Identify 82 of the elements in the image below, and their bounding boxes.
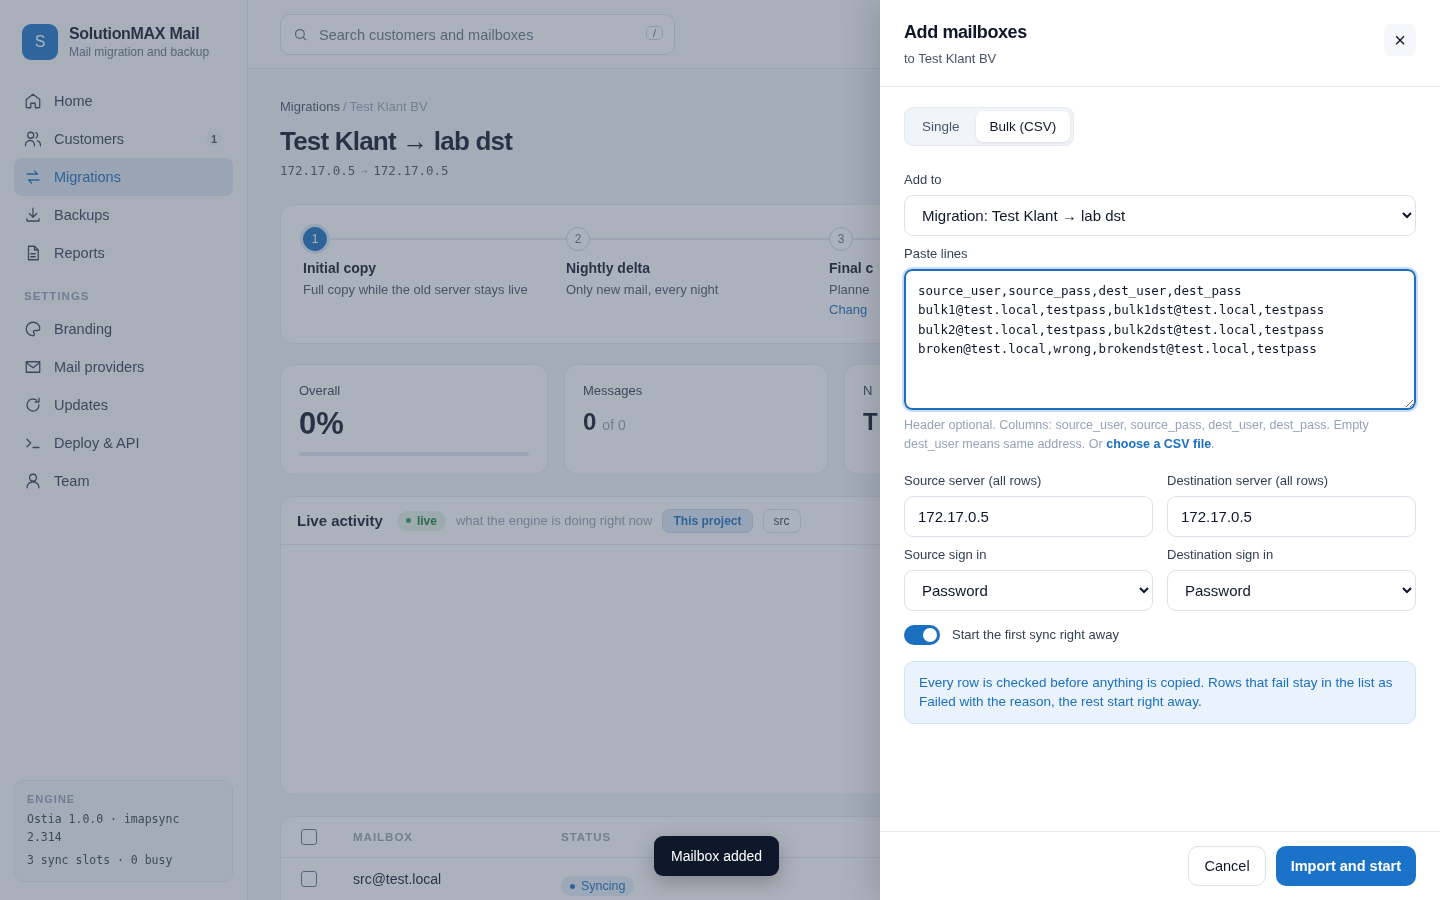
search-icon xyxy=(293,27,308,42)
nav-item[interactable]: Deploy & API xyxy=(14,424,233,462)
arrow-glyph: → xyxy=(361,165,368,176)
nav-item[interactable]: Updates xyxy=(14,386,233,424)
field-label: Add to xyxy=(904,172,943,187)
filter-chip[interactable]: src xyxy=(762,508,801,533)
row-checkbox[interactable] xyxy=(301,871,317,887)
toast-message: Mailbox added xyxy=(654,836,780,876)
nav-item[interactable]: Migrations xyxy=(14,158,233,196)
page-title: Test Klant → lab dst xyxy=(280,126,512,157)
stat-total: of 0 xyxy=(602,417,626,433)
source-address: 172.17.0.5 xyxy=(280,163,356,178)
close-button[interactable]: × xyxy=(1384,24,1416,56)
nav-icon xyxy=(24,358,42,376)
stat-value: T xyxy=(863,408,878,436)
select-all-checkbox[interactable] xyxy=(301,829,317,845)
step-number: 1 xyxy=(303,227,327,251)
table-cell-text: src@test.local xyxy=(353,871,443,887)
breadcrumb-link[interactable]: Migrations xyxy=(280,99,340,114)
panel-subtitle: what the engine is doing right now xyxy=(455,513,653,528)
help-text: Header optional. Columns: source_user, source_pass, dest_user, dest_pass. Empty dest_user means same address. Or choose a CSV file. xyxy=(904,417,1370,454)
nav-icon xyxy=(24,206,42,224)
field-label: Source sign in xyxy=(904,546,988,562)
source-server-field[interactable]: 172.17.0.5 xyxy=(904,495,1153,537)
field-label: Destination sign in xyxy=(1167,546,1275,562)
live-badge: live xyxy=(396,510,446,531)
cancel-button[interactable]: Cancel xyxy=(1188,846,1266,886)
mode-tab[interactable]: Single xyxy=(908,111,974,142)
step-number: 2 xyxy=(566,227,590,251)
nav-icon xyxy=(24,130,42,148)
column-header: MAILBOX xyxy=(353,831,415,843)
step-description: Only new mail, every night xyxy=(566,282,720,297)
nav-icon xyxy=(24,168,42,186)
nav-item[interactable]: Reports xyxy=(14,234,233,272)
column-header: STATUS xyxy=(561,831,613,843)
panel-title: Live activity xyxy=(297,512,383,529)
nav-icon xyxy=(24,320,42,338)
logo-icon: S xyxy=(22,24,58,60)
step-title: Nightly delta xyxy=(566,260,651,276)
toggle-label: Start the first sync right away xyxy=(952,627,1119,643)
app-name: SolutionMAX Mail xyxy=(69,25,201,43)
migration-select[interactable]: Migration: Test Klant → lab dst xyxy=(904,195,1416,236)
nav-item[interactable]: Customers 1 xyxy=(14,120,233,158)
engine-version: Ostia 1.0.0 · imapsync 2.314 xyxy=(27,811,181,846)
destination-server-field[interactable]: 172.17.0.5 xyxy=(1167,495,1416,537)
nav-item[interactable]: Home xyxy=(14,82,233,120)
app-tagline: Mail migration and backup xyxy=(69,45,210,59)
field-label: Paste lines xyxy=(904,246,969,261)
stat-label: N xyxy=(863,383,874,398)
step-description: Full copy while the old server stays live xyxy=(303,282,529,297)
source-signin-select[interactable]: Password xyxy=(904,569,1153,611)
engine-slots: 3 sync slots · 0 busy xyxy=(27,851,220,869)
mode-tab[interactable]: Bulk (CSV) xyxy=(975,111,1071,142)
status-badge: Syncing xyxy=(561,876,635,896)
nav-item[interactable]: Mail providers xyxy=(14,348,233,386)
filter-chip[interactable]: This project xyxy=(662,508,753,533)
drawer-subtitle: to Test Klant BV xyxy=(904,51,998,66)
stat-value: 0 xyxy=(583,408,597,436)
step-title: Initial copy xyxy=(303,260,378,276)
nav-icon xyxy=(24,92,42,110)
nav-icon xyxy=(24,396,42,414)
stat-label: Messages xyxy=(583,383,644,398)
breadcrumb-separator: / xyxy=(342,99,347,114)
nav-item[interactable]: Team xyxy=(14,462,233,500)
field-label: Source server (all rows) xyxy=(904,472,1043,488)
csv-input-field[interactable]: source_user,source_pass,dest_user,dest_pass bulk1@test.local,testpass,bulk1dst@test.local,testpass bulk2@test.local,testpass,bulk2dst@test.local,testpass broken@test.local,wrong,brokendst@test.local,testpass xyxy=(904,269,1416,410)
stat-value: 0% xyxy=(299,406,345,442)
drawer-title: Add mailboxes xyxy=(904,22,1027,43)
destination-address: 172.17.0.5 xyxy=(373,163,449,178)
field-label: Destination server (all rows) xyxy=(1167,472,1330,488)
step-number: 3 xyxy=(829,227,853,251)
step-title: Final c xyxy=(829,260,875,276)
nav-item[interactable]: Backups xyxy=(14,196,233,234)
destination-signin-select[interactable]: Password xyxy=(1167,569,1416,611)
stat-label: Overall xyxy=(299,383,342,398)
import-button[interactable]: Import and start xyxy=(1275,846,1416,886)
info-note: Every row is checked before anything is copied. Rows that fail stay in the list as Failed with the reason, the rest start right away. xyxy=(904,660,1416,724)
nav-icon xyxy=(24,472,42,490)
count-badge: 1 xyxy=(204,132,223,146)
toggle-switch[interactable] xyxy=(904,624,940,645)
nav-item[interactable]: Branding xyxy=(14,310,233,348)
shortcut-key: / xyxy=(645,26,663,40)
